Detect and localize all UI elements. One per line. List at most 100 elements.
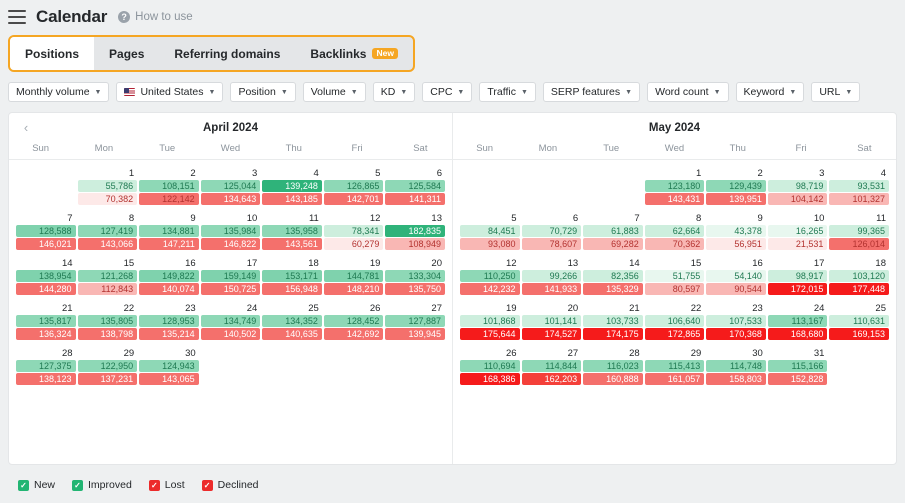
calendar-day-cell[interactable]: 30114,748158,803 [705,347,767,385]
calendar-day-cell[interactable]: 11135,958143,561 [261,212,323,250]
day-number: 5 [460,212,520,225]
calendar-day-cell[interactable]: 761,88369,282 [582,212,644,250]
how-to-use-link[interactable]: ? How to use [118,11,193,23]
calendar-day-cell[interactable]: 23107,533170,368 [705,302,767,340]
calendar-day-cell[interactable]: 27114,844162,203 [521,347,583,385]
filter-volume[interactable]: Volume▼ [303,82,366,102]
calendar-day-cell[interactable]: 7128,588146,021 [15,212,77,250]
calendar-day-cell[interactable]: 493,531101,327 [828,167,890,205]
day-bars: 114,844162,203 [522,360,582,385]
calendar-day-cell[interactable]: 1399,266141,933 [521,257,583,295]
calendar-day-cell[interactable]: 1798,917172,015 [767,257,829,295]
tab-pages[interactable]: Pages [94,37,159,70]
calendar-day-cell[interactable]: 22106,640172,865 [644,302,706,340]
calendar-day-cell[interactable]: 21135,817136,324 [15,302,77,340]
calendar-day-cell[interactable]: 6125,584141,311 [384,167,446,205]
calendar-day-cell[interactable]: 584,45193,080 [459,212,521,250]
checkbox-checked-icon[interactable]: ✓ [202,480,213,491]
tab-positions[interactable]: Positions [10,37,94,70]
calendar-day-cell[interactable]: 1199,365126,014 [828,212,890,250]
calendar-day-cell[interactable]: 22135,805138,798 [77,302,139,340]
calendar-day-cell[interactable]: 20101,141174,527 [521,302,583,340]
legend-item-improved[interactable]: ✓Improved [72,479,132,491]
checkbox-checked-icon[interactable]: ✓ [18,480,29,491]
calendar-day-cell[interactable]: 10135,984146,822 [200,212,262,250]
calendar-day-cell[interactable]: 19101,868175,644 [459,302,521,340]
calendar-day-cell[interactable]: 1551,75580,597 [644,257,706,295]
calendar-day-cell[interactable]: 1278,34160,279 [323,212,385,250]
calendar-day-cell[interactable]: 1482,356135,329 [582,257,644,295]
calendar-day-cell[interactable]: 5126,865142,701 [323,167,385,205]
weekday-label: Fri [325,143,388,154]
filter-url[interactable]: URL▼ [811,82,860,102]
tab-backlinks[interactable]: BacklinksNew [295,37,413,70]
calendar-day-cell[interactable]: 31115,166152,828 [767,347,829,385]
filter-word-count[interactable]: Word count▼ [647,82,728,102]
calendar-day-cell[interactable]: 670,72978,607 [521,212,583,250]
day-bars: 127,419143,066 [78,225,138,250]
calendar-day-cell[interactable]: 28127,375138,123 [15,347,77,385]
gains-bar: 135,817 [16,315,76,327]
calendar-day-cell[interactable]: 29122,950137,231 [77,347,139,385]
calendar-day-cell[interactable]: 4139,248143,185 [261,167,323,205]
calendar-day-cell[interactable]: 8127,419143,066 [77,212,139,250]
calendar-day-cell[interactable]: 1123,180143,431 [644,167,706,205]
calendar-day-cell[interactable]: 21103,733174,175 [582,302,644,340]
calendar-day-cell[interactable]: 30124,943143,065 [138,347,200,385]
day-bars: 103,120177,448 [829,270,889,295]
calendar-day-cell[interactable]: 1654,14090,544 [705,257,767,295]
filter-position[interactable]: Position▼ [230,82,295,102]
legend-item-lost[interactable]: ✓Lost [149,479,185,491]
calendar-day-cell[interactable]: 2129,439139,951 [705,167,767,205]
calendar-day-cell[interactable]: 155,78670,382 [77,167,139,205]
checkbox-checked-icon[interactable]: ✓ [149,480,160,491]
calendar-day-cell[interactable]: 24134,749140,502 [200,302,262,340]
hamburger-icon[interactable] [8,10,26,24]
calendar-day-cell[interactable]: 26128,452142,692 [323,302,385,340]
weekday-label: Sat [833,143,896,154]
filter-serp-features[interactable]: SERP features▼ [543,82,640,102]
calendar-day-cell[interactable]: 943,37856,951 [705,212,767,250]
calendar-day-cell[interactable]: 17159,149150,725 [200,257,262,295]
filter-kd[interactable]: KD▼ [373,82,416,102]
calendar-day-cell[interactable]: 14138,954144,280 [15,257,77,295]
calendar-day-cell[interactable]: 16149,822140,074 [138,257,200,295]
weekday-label: Mon [72,143,135,154]
tab-referring-domains[interactable]: Referring domains [159,37,295,70]
calendar-day-cell[interactable]: 13182,835108,949 [384,212,446,250]
calendar-day-cell[interactable]: 20133,304135,750 [384,257,446,295]
checkbox-checked-icon[interactable]: ✓ [72,480,83,491]
calendar-day-cell[interactable]: 25134,352140,635 [261,302,323,340]
calendar-day-cell[interactable]: 18103,120177,448 [828,257,890,295]
calendar-day-cell[interactable]: 9134,881147,211 [138,212,200,250]
filter-cpc[interactable]: CPC▼ [422,82,472,102]
legend-item-new[interactable]: ✓New [18,479,55,491]
filter-united-states[interactable]: United States▼ [116,82,223,102]
legend-item-declined[interactable]: ✓Declined [202,479,259,491]
losses-bar: 90,544 [706,283,766,295]
calendar-day-cell[interactable]: 18153,171156,948 [261,257,323,295]
calendar-day-cell[interactable]: 26110,694168,386 [459,347,521,385]
chevron-down-icon: ▼ [521,89,528,96]
calendar-day-cell[interactable]: 24113,167168,680 [767,302,829,340]
calendar-day-cell[interactable]: 12110,250142,232 [459,257,521,295]
weekday-header-row: SunMonTueWedThuFriSat [453,143,896,160]
calendar-day-cell[interactable]: 3125,044134,643 [200,167,262,205]
calendar-day-cell[interactable]: 2108,151122,142 [138,167,200,205]
gains-bar: 108,151 [139,180,199,192]
calendar-day-cell[interactable]: 862,66470,362 [644,212,706,250]
calendar-day-cell[interactable]: 25110,631169,153 [828,302,890,340]
calendar-day-cell[interactable]: 29115,413161,057 [644,347,706,385]
calendar-day-cell[interactable]: 15121,268112,843 [77,257,139,295]
chevron-left-icon[interactable]: ‹ [19,121,33,135]
filter-monthly-volume[interactable]: Monthly volume▼ [8,82,109,102]
calendar-day-cell[interactable]: 398,719104,142 [767,167,829,205]
calendar-day-cell[interactable]: 1016,26521,531 [767,212,829,250]
calendar-day-cell[interactable]: 19144,781148,210 [323,257,385,295]
calendar-day-cell[interactable]: 28116,023160,888 [582,347,644,385]
calendar-day-cell[interactable]: 27127,887139,945 [384,302,446,340]
calendar-day-cell[interactable]: 23128,953135,214 [138,302,200,340]
filter-keyword[interactable]: Keyword▼ [736,82,805,102]
day-number: 15 [78,257,138,270]
filter-traffic[interactable]: Traffic▼ [479,82,536,102]
